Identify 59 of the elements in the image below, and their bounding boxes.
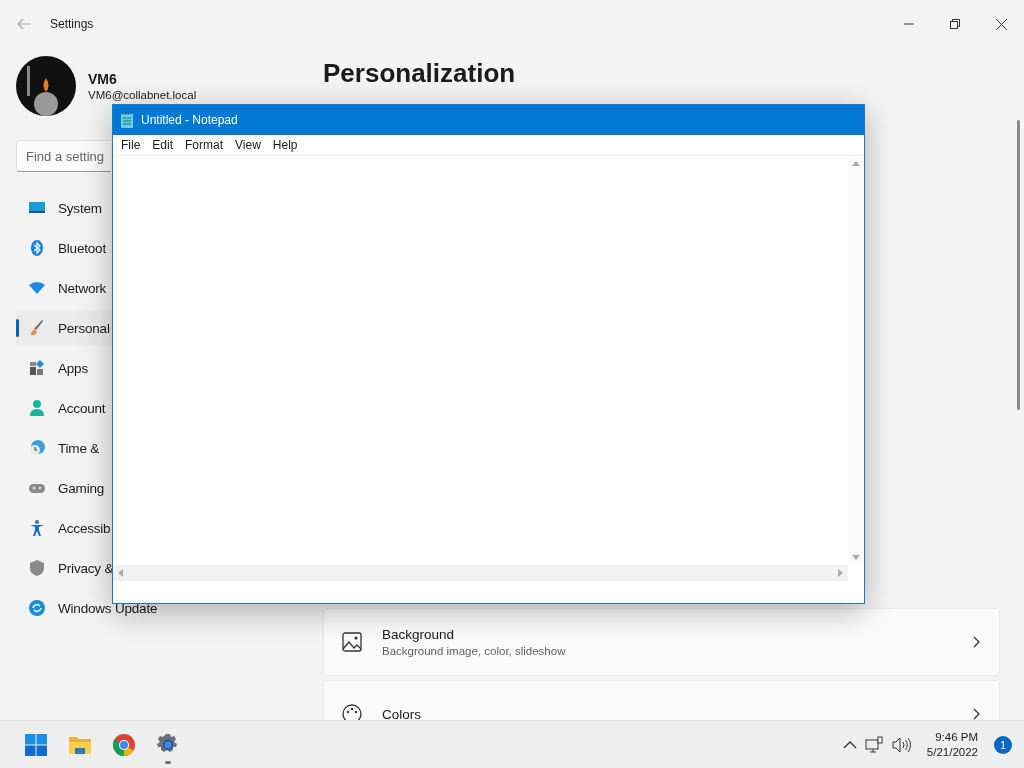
scrollbar[interactable] [1017, 120, 1020, 410]
search-field[interactable]: Find a setting [16, 140, 111, 172]
person-icon [28, 399, 46, 417]
menu-item[interactable]: Format [179, 138, 230, 152]
apps-icon [28, 359, 46, 377]
chevron-up-icon[interactable] [842, 739, 857, 750]
chevron-right-icon [973, 636, 981, 648]
scroll-down-icon[interactable] [852, 555, 860, 561]
sidebar-item[interactable]: Network [16, 270, 109, 306]
network-icon[interactable] [864, 735, 883, 754]
sidebar-item[interactable]: Personal [16, 310, 112, 346]
sidebar-item[interactable]: Accessib [16, 510, 113, 546]
settings-card[interactable]: Colors [323, 680, 1000, 720]
clock-icon [28, 439, 46, 457]
scroll-left-icon[interactable] [117, 569, 123, 577]
back-arrow-icon[interactable] [16, 18, 32, 30]
scroll-right-icon[interactable] [838, 569, 844, 577]
paintbrush-icon [28, 319, 46, 337]
accessibility-icon [28, 519, 46, 537]
settings-card[interactable]: Background Background image, color, slideshow [323, 608, 1000, 676]
horizontal-scrollbar[interactable] [113, 565, 848, 581]
sync-icon [28, 599, 46, 617]
shield-icon [28, 559, 46, 577]
restore-icon [950, 19, 960, 29]
speaker-icon[interactable] [890, 735, 911, 754]
notepad-title: Untitled - Notepad [141, 113, 238, 127]
menu-item[interactable]: Edit [146, 138, 180, 152]
clock-time: 9:46 PM [935, 731, 978, 743]
close-icon [995, 18, 1007, 30]
menu-item[interactable]: File [115, 138, 147, 152]
sidebar-item[interactable]: Bluetoot [16, 230, 108, 266]
scroll-up-icon[interactable] [852, 160, 860, 166]
sidebar-item[interactable]: System [16, 190, 104, 226]
sidebar-item[interactable]: Privacy & [16, 550, 116, 586]
menu-item[interactable]: View [229, 138, 267, 152]
menu-item[interactable]: Help [266, 138, 304, 152]
chevron-right-icon [973, 708, 981, 720]
notification-badge[interactable]: 1 [994, 735, 1012, 754]
vertical-scrollbar[interactable] [848, 156, 864, 565]
page-title: Personalization [323, 58, 517, 89]
sidebar-item[interactable]: Windows Update [16, 590, 160, 626]
clock-date: 5/21/2022 [926, 746, 978, 758]
avatar-icon [16, 56, 76, 116]
sidebar-item[interactable]: Gaming [16, 470, 107, 506]
card-title: Colors [382, 706, 422, 720]
sidebar-item[interactable]: Account [16, 390, 108, 426]
windows-logo-icon [24, 732, 48, 757]
browser-icon [112, 732, 136, 757]
notepad-icon [121, 112, 133, 128]
sidebar-item[interactable]: Apps [16, 350, 90, 386]
card-title: Background [382, 627, 456, 642]
sidebar-item[interactable]: Time & [16, 430, 102, 466]
bluetooth-icon [28, 239, 46, 257]
account-name: VM6 [88, 71, 118, 87]
image-icon [342, 632, 362, 652]
palette-icon [342, 704, 362, 720]
window-title: Settings [50, 17, 94, 31]
card-subtitle: Background image, color, slideshow [382, 645, 567, 657]
account-email: VM6@collabnet.local [88, 89, 197, 101]
